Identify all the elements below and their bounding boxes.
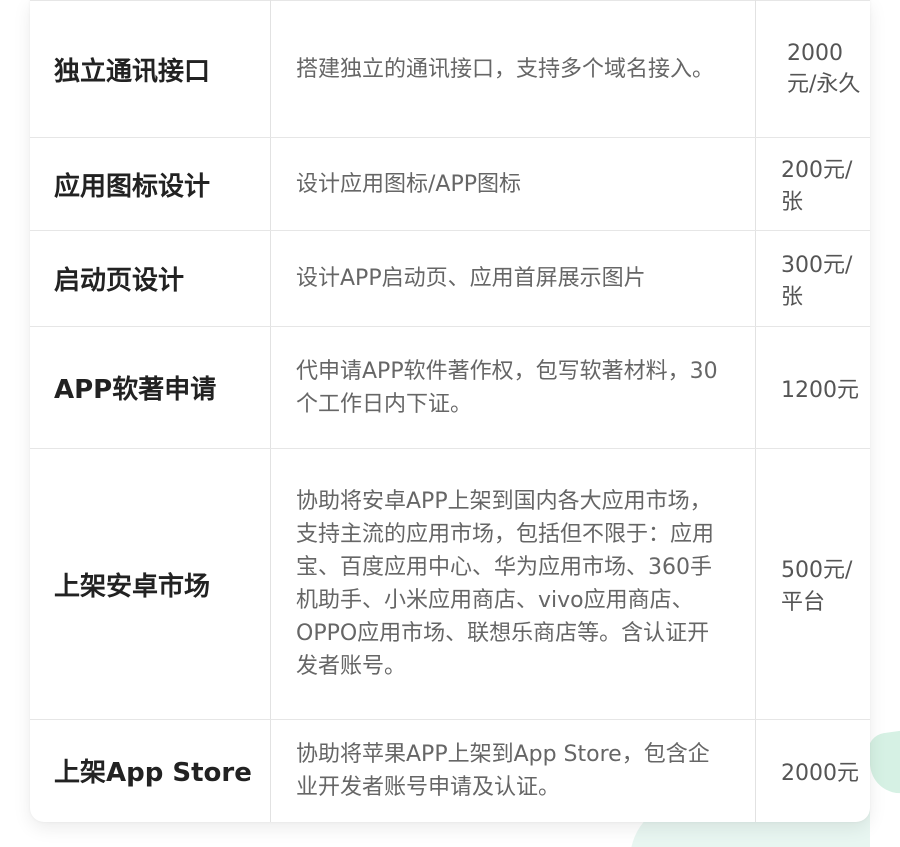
service-name: 上架安卓市场 [30, 448, 271, 720]
table-row-software-copyright: APP软著申请 代申请APP软件著作权，包写软著材料，30个工作日内下证。 12… [30, 326, 870, 449]
service-name: 启动页设计 [30, 230, 271, 327]
service-price: 300元/张 [755, 230, 870, 327]
service-price: 500元/平台 [755, 448, 870, 720]
service-name: 上架App Store [30, 719, 271, 822]
service-description: 协助将苹果APP上架到App Store，包含企业开发者账号申请及认证。 [270, 719, 756, 822]
table-row-launch-page-design: 启动页设计 设计APP启动页、应用首屏展示图片 300元/张 [30, 230, 870, 327]
service-description: 代申请APP软件著作权，包写软著材料，30个工作日内下证。 [270, 326, 756, 449]
service-description: 设计APP启动页、应用首屏展示图片 [270, 230, 756, 327]
services-pricing-table: 独立通讯接口 搭建独立的通讯接口，支持多个域名接入。 2000元/永久 应用图标… [30, 0, 870, 822]
service-price: 2000元 [781, 760, 859, 786]
service-name: 应用图标设计 [30, 137, 271, 231]
service-description: 设计应用图标/APP图标 [270, 137, 756, 231]
service-description: 搭建独立的通讯接口，支持多个域名接入。 [270, 0, 756, 138]
page: 独立通讯接口 搭建独立的通讯接口，支持多个域名接入。 2000元/永久 应用图标… [0, 0, 900, 847]
service-name: 独立通讯接口 [30, 0, 271, 138]
table-row-app-store: 上架App Store 协助将苹果APP上架到App Store，包含企业开发者… [30, 719, 870, 822]
services-pricing-card: 独立通讯接口 搭建独立的通讯接口，支持多个域名接入。 2000元/永久 应用图标… [30, 0, 870, 822]
service-price: 2000元/永久 [755, 0, 870, 138]
table-row-icon-design: 应用图标设计 设计应用图标/APP图标 200元/张 [30, 137, 870, 231]
table-row-communication-interface: 独立通讯接口 搭建独立的通讯接口，支持多个域名接入。 2000元/永久 [30, 0, 870, 138]
service-price: 200元/张 [755, 137, 870, 231]
service-name: APP软著申请 [30, 326, 271, 449]
table-row-android-market: 上架安卓市场 协助将安卓APP上架到国内各大应用市场，支持主流的应用市场，包括但… [30, 448, 870, 720]
decorative-mint-shape [865, 728, 900, 798]
service-price: 1200元 [755, 326, 870, 449]
service-description: 协助将安卓APP上架到国内各大应用市场，支持主流的应用市场，包括但不限于：应用宝… [270, 448, 756, 720]
